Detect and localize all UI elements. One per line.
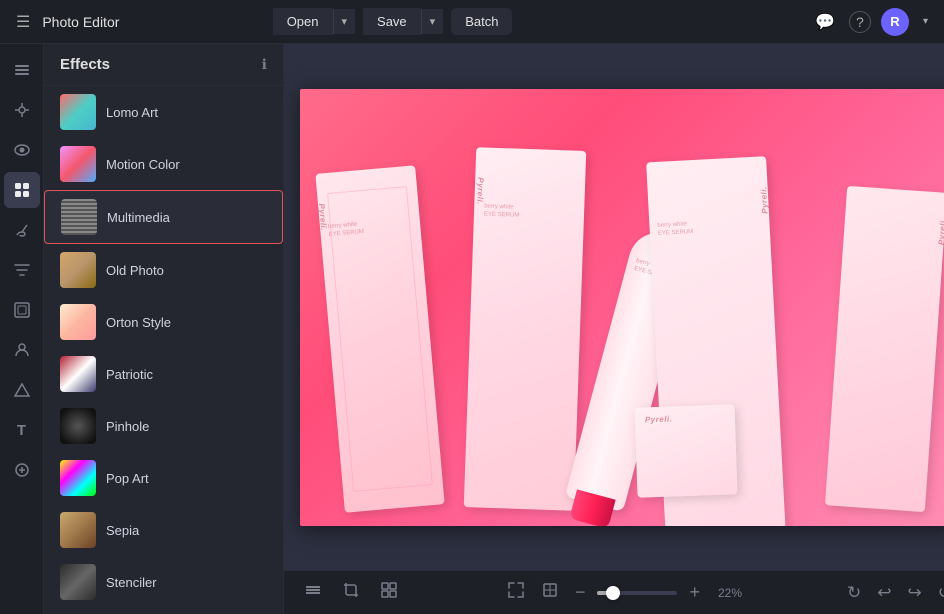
zoom-percent: 22% bbox=[718, 586, 742, 600]
effect-label-7: Pop Art bbox=[106, 471, 149, 486]
sidebar-icon-layers[interactable] bbox=[4, 52, 40, 88]
effect-item-pop-art[interactable]: Pop Art bbox=[44, 452, 283, 504]
zoom-handle[interactable] bbox=[606, 586, 620, 600]
effect-item-old-photo[interactable]: Old Photo bbox=[44, 244, 283, 296]
chat-icon[interactable]: 💬 bbox=[811, 8, 839, 36]
sidebar-icon-text[interactable]: T bbox=[4, 412, 40, 448]
effect-thumb-1 bbox=[60, 146, 96, 182]
sidebar-icon-filters[interactable] bbox=[4, 252, 40, 288]
sidebar-icon-preview[interactable] bbox=[4, 132, 40, 168]
sidebar-icon-frames[interactable] bbox=[4, 292, 40, 328]
effect-item-multimedia[interactable]: Multimedia bbox=[44, 190, 283, 244]
effects-panel: Effects ℹ Lomo Art Motion Color Multimedia… bbox=[44, 44, 284, 614]
effect-thumb-9 bbox=[60, 564, 96, 600]
photo-frame: Pyreli. berry whiteEYE SERUM Pyreli. ber… bbox=[300, 89, 944, 526]
canvas-area: Pyreli. berry whiteEYE SERUM Pyreli. ber… bbox=[284, 44, 944, 614]
save-button[interactable]: Save bbox=[363, 8, 421, 35]
effect-item-pinhole[interactable]: Pinhole bbox=[44, 400, 283, 452]
effect-label-5: Patriotic bbox=[106, 367, 153, 382]
avatar-dropdown-icon[interactable]: ▾ bbox=[919, 12, 932, 31]
main-area: T Effects ℹ Lomo Art Motion Color Multimed… bbox=[0, 44, 944, 614]
canvas-container: Pyreli. berry whiteEYE SERUM Pyreli. ber… bbox=[284, 44, 944, 570]
effects-list: Lomo Art Motion Color Multimedia Old Photo O… bbox=[44, 86, 283, 614]
app-title: Photo Editor bbox=[42, 14, 119, 30]
effect-label-8: Sepia bbox=[106, 523, 139, 538]
product-box-5: Pyreli. bbox=[634, 404, 737, 497]
icon-sidebar: T bbox=[0, 44, 44, 614]
bottom-tools-center: − + 22% bbox=[503, 577, 742, 608]
product-group: Pyreli. berry whiteEYE SERUM Pyreli. ber… bbox=[300, 89, 944, 526]
open-arrow-button[interactable]: ▾ bbox=[333, 9, 356, 34]
effect-thumb-5 bbox=[60, 356, 96, 392]
open-btn-group: Open ▾ bbox=[273, 8, 355, 35]
bottom-tools-left bbox=[300, 577, 402, 608]
sidebar-icon-adjustments[interactable] bbox=[4, 92, 40, 128]
layers-icon[interactable] bbox=[300, 577, 326, 608]
effect-thumb-2 bbox=[61, 199, 97, 235]
effects-header: Effects ℹ bbox=[44, 44, 283, 86]
sidebar-icon-effects[interactable] bbox=[4, 172, 40, 208]
bottom-tools-right: ↻ ↩ ↪ ↺ bbox=[843, 579, 944, 607]
effect-label-9: Stenciler bbox=[106, 575, 157, 590]
redo-icon[interactable]: ↪ bbox=[904, 579, 926, 607]
effect-label-0: Lomo Art bbox=[106, 105, 158, 120]
product-box-1: Pyreli. berry whiteEYE SERUM bbox=[315, 165, 444, 512]
product-box-4: Pyreli. bbox=[825, 185, 944, 511]
menu-button[interactable]: ☰ bbox=[12, 8, 34, 36]
zoom-in-icon[interactable]: + bbox=[685, 578, 704, 607]
effect-item-patriotic[interactable]: Patriotic bbox=[44, 348, 283, 400]
effect-label-4: Orton Style bbox=[106, 315, 171, 330]
product-box-2: Pyreli. berry whiteEYE SERUM bbox=[464, 147, 586, 511]
help-icon[interactable]: ? bbox=[849, 11, 871, 33]
topbar-left: ☰ Photo Editor bbox=[12, 8, 119, 36]
zoom-slider[interactable] bbox=[597, 591, 677, 595]
avatar[interactable]: R bbox=[881, 8, 909, 36]
effect-thumb-0 bbox=[60, 94, 96, 130]
open-button[interactable]: Open bbox=[273, 8, 333, 35]
sidebar-icon-brush[interactable] bbox=[4, 212, 40, 248]
fit-icon[interactable] bbox=[503, 577, 529, 608]
save-btn-group: Save ▾ bbox=[363, 8, 443, 35]
topbar-right: 💬 ? R ▾ bbox=[811, 8, 932, 36]
effect-item-stenciler[interactable]: Stenciler bbox=[44, 556, 283, 608]
sidebar-icon-people[interactable] bbox=[4, 332, 40, 368]
grid-icon[interactable] bbox=[376, 577, 402, 608]
effect-thumb-8 bbox=[60, 512, 96, 548]
effect-label-6: Pinhole bbox=[106, 419, 149, 434]
effect-item-sepia[interactable]: Sepia bbox=[44, 504, 283, 556]
effect-label-3: Old Photo bbox=[106, 263, 164, 278]
effects-title: Effects bbox=[60, 56, 110, 73]
sidebar-icon-plugins[interactable] bbox=[4, 452, 40, 488]
info-icon[interactable]: ℹ bbox=[262, 56, 267, 73]
crop-icon[interactable] bbox=[338, 577, 364, 608]
bottom-bar: − + 22% ↻ ↩ ↪ ↺ bbox=[284, 570, 944, 614]
effect-thumb-3 bbox=[60, 252, 96, 288]
topbar-center: Open ▾ Save ▾ Batch bbox=[273, 8, 513, 35]
effect-thumb-4 bbox=[60, 304, 96, 340]
effect-label-2: Multimedia bbox=[107, 210, 170, 225]
photo-canvas: Pyreli. berry whiteEYE SERUM Pyreli. ber… bbox=[300, 89, 944, 526]
crop2-icon[interactable] bbox=[537, 577, 563, 608]
effect-item-motion-color[interactable]: Motion Color bbox=[44, 138, 283, 190]
effect-label-1: Motion Color bbox=[106, 157, 180, 172]
effect-item-summer[interactable]: Summer bbox=[44, 608, 283, 614]
save-arrow-button[interactable]: ▾ bbox=[421, 9, 444, 34]
revert-icon[interactable]: ↺ bbox=[934, 579, 944, 607]
sidebar-icon-shapes[interactable] bbox=[4, 372, 40, 408]
zoom-out-icon[interactable]: − bbox=[571, 578, 590, 607]
topbar: ☰ Photo Editor Open ▾ Save ▾ Batch 💬 ? R… bbox=[0, 0, 944, 44]
rotate-icon[interactable]: ↻ bbox=[843, 579, 865, 607]
effect-item-orton-style[interactable]: Orton Style bbox=[44, 296, 283, 348]
effect-item-lomo-art[interactable]: Lomo Art bbox=[44, 86, 283, 138]
effect-thumb-6 bbox=[60, 408, 96, 444]
batch-button[interactable]: Batch bbox=[451, 8, 512, 35]
undo-icon[interactable]: ↩ bbox=[873, 579, 895, 607]
effect-thumb-7 bbox=[60, 460, 96, 496]
